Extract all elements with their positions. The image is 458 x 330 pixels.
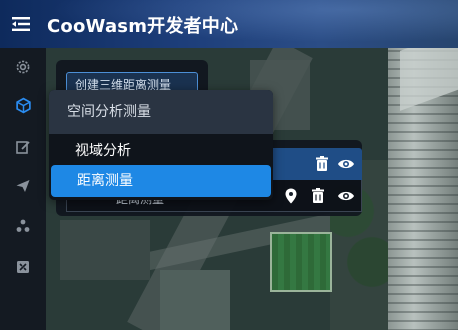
app-header: CooWasm开发者中心 (0, 0, 458, 48)
sidebar-item-settings[interactable] (0, 50, 46, 88)
map-sports-field-turf (272, 234, 330, 290)
menu-toggle-icon[interactable] (10, 14, 32, 34)
tools-icon (15, 259, 31, 279)
sidebar-item-send[interactable] (0, 169, 46, 207)
map-building (60, 220, 150, 280)
edit-icon (15, 139, 31, 159)
eye-icon[interactable] (337, 155, 355, 173)
eye-icon[interactable] (337, 187, 355, 205)
submenu-item-viewshed[interactable]: 视域分析 (49, 135, 273, 167)
gear-icon (15, 59, 31, 79)
nodes-icon (15, 218, 31, 238)
app-title: CooWasm开发者中心 (47, 16, 239, 37)
sidebar-item-nodes[interactable] (0, 209, 46, 247)
spatial-analysis-submenu: 空间分析测量 视域分析 距离测量 (49, 90, 273, 200)
sidebar (0, 48, 46, 330)
sidebar-item-edit[interactable] (0, 130, 46, 168)
sidebar-item-tools[interactable] (0, 250, 46, 288)
cube-icon (15, 97, 32, 118)
submenu-item-distance[interactable]: 距离测量 (51, 165, 271, 197)
send-icon (15, 178, 31, 198)
submenu-title: 空间分析测量 (49, 90, 273, 134)
trash-icon[interactable] (309, 187, 327, 205)
trash-icon[interactable] (313, 155, 331, 173)
map-building (160, 270, 230, 330)
location-pin-icon[interactable] (282, 187, 300, 205)
sidebar-item-spatial-analysis[interactable] (0, 88, 46, 126)
